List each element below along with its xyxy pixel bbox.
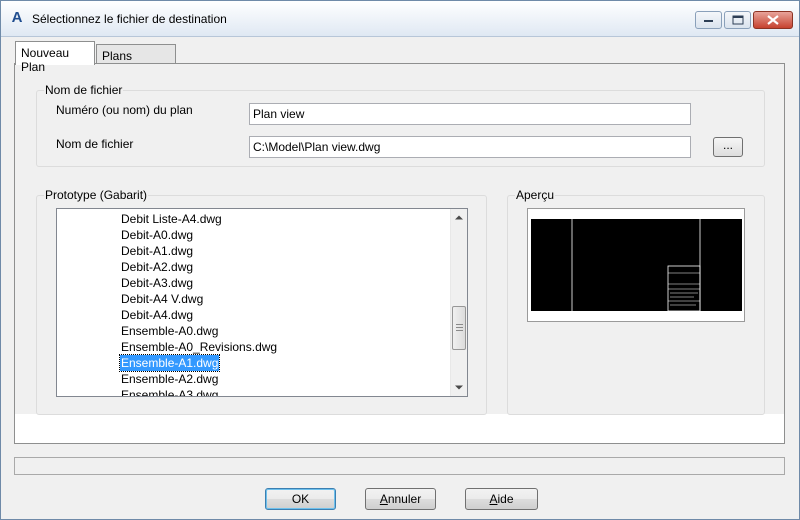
list-scrollbar[interactable] [450,209,467,396]
list-item[interactable]: Ensemble-A3.dwg [120,387,219,396]
tab-nouveau-plan[interactable]: Nouveau Plan [15,41,95,74]
minimize-button[interactable] [695,11,722,29]
minimize-icon [703,20,713,22]
help-mnemonic: A [489,492,498,506]
filename-input[interactable]: C:\Model\Plan view.dwg [249,136,691,158]
close-icon [767,15,779,25]
list-item-selected[interactable]: Ensemble-A1.dwg [118,354,221,372]
scroll-down-arrow-icon [455,385,463,390]
list-item[interactable]: Ensemble-A2.dwg [120,371,219,387]
preview-frame [527,208,745,322]
dialog-window: A Sélectionnez le fichier de destination… [0,0,800,520]
list-item[interactable]: Debit-A4.dwg [120,307,194,323]
browse-button[interactable]: ... [713,137,743,157]
title-bar[interactable]: A Sélectionnez le fichier de destination [1,1,799,37]
preview-group-title: Aperçu [515,188,556,202]
maximize-icon [732,15,743,25]
ok-button[interactable]: OK [265,488,336,510]
help-button[interactable]: Aide [465,488,538,510]
maximize-button[interactable] [724,11,751,29]
scroll-up-arrow-icon [455,215,463,220]
status-bar [14,457,785,475]
list-item[interactable]: Debit-A2.dwg [120,259,194,275]
list-item[interactable]: Debit-A0.dwg [120,227,194,243]
cancel-mnemonic: A [379,492,388,506]
close-button[interactable] [753,11,793,29]
list-item[interactable]: Ensemble-A0_Revisions.dwg [120,339,278,355]
scroll-up-button[interactable] [451,209,467,226]
list-item[interactable]: Debit Liste-A4.dwg [120,211,223,227]
autocad-logo-icon: A [11,9,23,26]
list-item[interactable]: Debit-A3.dwg [120,275,194,291]
scroll-thumb[interactable] [452,306,466,350]
plan-number-input[interactable]: Plan view [249,103,691,125]
cancel-label: nnuler [387,492,422,506]
drawing-preview-image [531,219,742,312]
plan-number-label: Numéro (ou nom) du plan [56,103,193,117]
scroll-down-button[interactable] [451,379,467,396]
list-item[interactable]: Debit-A1.dwg [120,243,194,259]
help-label: ide [497,492,514,506]
prototype-group-title: Prototype (Gabarit) [44,188,149,202]
cancel-button[interactable]: Annuler [365,488,436,510]
prototype-listbox[interactable]: Debit Liste-A4.dwg Debit-A0.dwg Debit-A1… [56,208,468,397]
filename-label: Nom de fichier [56,137,134,151]
list-item[interactable]: Debit-A4 V.dwg [120,291,204,307]
window-title: Sélectionnez le fichier de destination [32,12,227,26]
list-item[interactable]: Ensemble-A0.dwg [120,323,219,339]
filename-group-title: Nom de fichier [44,83,124,97]
